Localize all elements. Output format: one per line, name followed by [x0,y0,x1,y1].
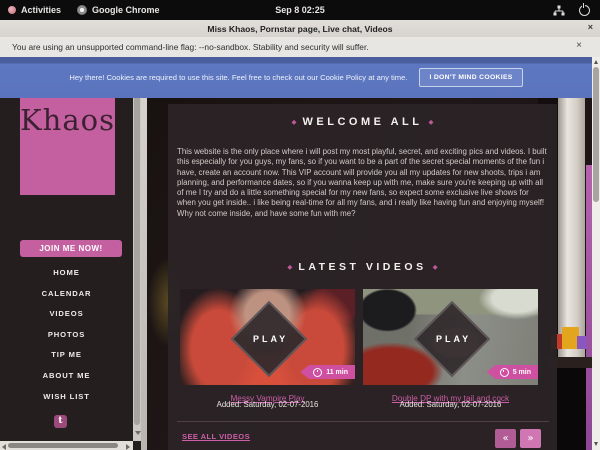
play-button[interactable]: PLAY [414,301,490,377]
section-divider [177,421,549,422]
video-thumbnail-1[interactable]: PLAY 11 min [180,289,355,385]
sidebar-vertical-scrollbar-thumb[interactable] [134,59,140,425]
content-panel: ◆WELCOME ALL◆ This website is the only p… [168,104,557,450]
sidebar-item-wish-list[interactable]: WISH LIST [0,387,133,408]
scroll-left-icon[interactable] [2,444,6,450]
main-vertical-scrollbar-thumb[interactable] [593,67,599,202]
duration-text: 11 min [326,369,348,376]
sidebar-item-about-me[interactable]: ABOUT ME [0,366,133,387]
chrome-icon [77,5,87,15]
scroll-down-icon[interactable] [594,442,598,446]
infobar-close-button[interactable]: × [576,40,582,51]
browser-viewport: Miss Khaos JOIN ME NOW! HOME CALENDAR VI… [0,57,600,450]
power-icon[interactable] [579,5,590,16]
cookie-message: Hey there! Cookies are required to use t… [69,73,407,82]
system-tray [553,5,600,16]
screen: Activities Google Chrome Sep 8 02:25 Mis… [0,0,600,450]
video-thumbnail-2[interactable]: PLAY 5 min [363,289,538,385]
diamond-icon: ◆ [427,263,444,271]
sidebar-horizontal-scrollbar-thumb[interactable] [8,443,118,448]
cookie-accept-button[interactable]: I DON'T MIND COOKIES [419,68,522,87]
window-title: Miss Khaos, Pornstar page, Live chat, Vi… [207,24,392,34]
pager-next-button[interactable]: » [520,429,541,448]
window-titlebar: Miss Khaos, Pornstar page, Live chat, Vi… [0,20,600,38]
system-top-bar: Activities Google Chrome Sep 8 02:25 [0,0,600,20]
scroll-up-icon[interactable] [594,60,598,64]
sidebar-frame: Miss Khaos JOIN ME NOW! HOME CALENDAR VI… [0,57,141,450]
welcome-paragraph: This website is the only place where i w… [177,147,549,219]
welcome-heading: ◆WELCOME ALL◆ [168,116,557,128]
latest-videos-heading-text: LATEST VIDEOS [298,261,426,273]
see-all-videos-link[interactable]: SEE ALL VIDEOS [182,432,250,441]
latest-videos-heading: ◆LATEST VIDEOS◆ [168,261,557,273]
background-gift-purple [577,336,587,349]
play-label: PLAY [433,334,471,344]
window-close-button[interactable]: × [588,22,593,32]
sidebar-item-videos[interactable]: VIDEOS [0,304,133,325]
network-icon[interactable] [553,5,565,16]
play-label: PLAY [250,334,288,344]
diamond-icon: ◆ [286,118,303,126]
pager-prev-button[interactable]: « [495,429,516,448]
clock-icon [500,368,509,377]
app-menu-label: Google Chrome [92,5,160,15]
sidebar-item-home[interactable]: HOME [0,263,133,284]
sidebar-item-photos[interactable]: PHOTOS [0,325,133,346]
flag-warning-bar: You are using an unsupported command-lin… [0,37,600,58]
scroll-down-icon[interactable] [135,431,141,435]
activities-label: Activities [21,5,61,15]
activities-icon [8,6,16,14]
video-added-2: Added: Saturday, 02-07-2016 [363,400,538,409]
scroll-right-icon[interactable] [126,444,130,450]
play-button[interactable]: PLAY [231,301,307,377]
diamond-icon: ◆ [281,263,298,271]
sidebar-item-calendar[interactable]: CALENDAR [0,284,133,305]
sidebar-nav: HOME CALENDAR VIDEOS PHOTOS TIP ME ABOUT… [0,263,133,407]
twitter-icon[interactable]: t [54,415,67,428]
join-me-now-button[interactable]: JOIN ME NOW! [20,240,122,257]
welcome-heading-text: WELCOME ALL [303,116,423,128]
flag-warning-message: You are using an unsupported command-lin… [0,42,369,52]
cookie-banner: Hey there! Cookies are required to use t… [0,57,592,98]
clock-icon [313,368,322,377]
app-menu-button[interactable]: Google Chrome [69,0,168,20]
duration-badge: 11 min [300,365,355,379]
diamond-icon: ◆ [422,118,439,126]
sidebar-item-tip-me[interactable]: TIP ME [0,345,133,366]
duration-badge: 5 min [487,365,538,379]
background-window-frame [558,97,585,365]
duration-text: 5 min [513,369,531,376]
activities-button[interactable]: Activities [0,0,69,20]
video-added-1: Added: Saturday, 02-07-2016 [180,400,355,409]
logo-line2: Khaos [20,103,115,137]
